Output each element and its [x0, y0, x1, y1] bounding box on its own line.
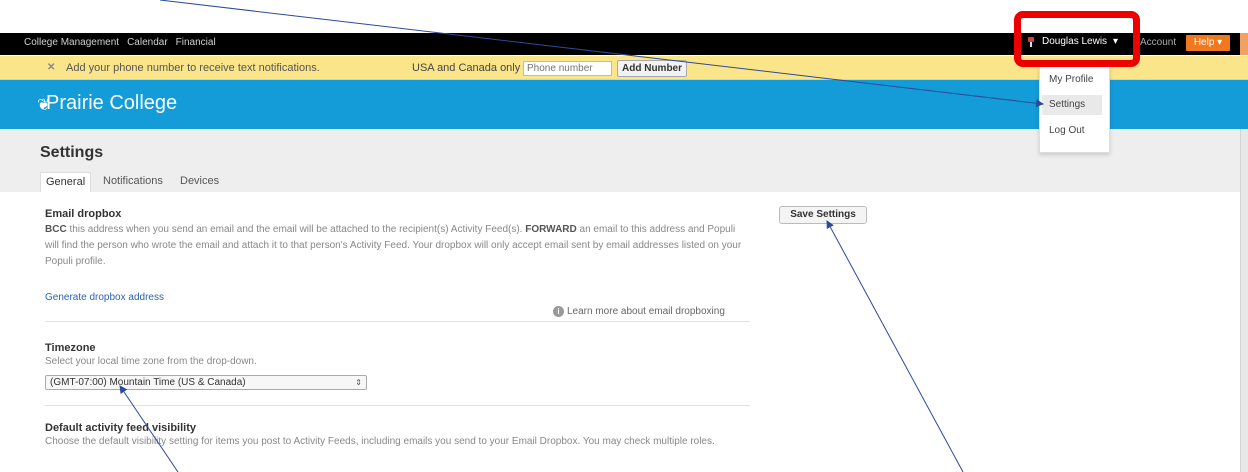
desc-part1: this address when you send an email and …	[66, 224, 526, 235]
select-caret-icon: ⇕	[355, 378, 362, 387]
help-button[interactable]: Help ▾	[1186, 35, 1230, 51]
divider	[45, 321, 750, 322]
timezone-selected-value: (GMT-07:00) Mountain Time (US & Canada)	[50, 377, 246, 388]
annotation-highlight-box	[1014, 11, 1140, 67]
timezone-description: Select your local time zone from the dro…	[45, 356, 257, 367]
right-edge-strip	[1240, 33, 1248, 55]
notification-region-label: USA and Canada only	[412, 62, 521, 74]
top-nav: College Management Calendar Financial	[24, 37, 216, 48]
email-dropbox-description: BCC this address when you send an email …	[45, 222, 745, 270]
divider	[45, 405, 750, 406]
bcc-label: BCC	[45, 224, 67, 235]
nav-financial[interactable]: Financial	[176, 37, 216, 48]
visibility-heading: Default activity feed visibility	[45, 422, 196, 434]
nav-calendar[interactable]: Calendar	[127, 37, 168, 48]
account-link[interactable]: Account	[1140, 37, 1176, 48]
email-dropbox-heading: Email dropbox	[45, 208, 122, 220]
scrollbar[interactable]	[1240, 129, 1248, 472]
timezone-select[interactable]: (GMT-07:00) Mountain Time (US & Canada) …	[45, 375, 367, 390]
info-icon: i	[553, 306, 564, 317]
learn-more-link[interactable]: i Learn more about email dropboxing	[553, 306, 725, 317]
close-icon[interactable]: ✕	[47, 62, 55, 73]
save-settings-button[interactable]: Save Settings	[779, 206, 867, 224]
nav-college-management[interactable]: College Management	[24, 37, 119, 48]
menu-item-settings[interactable]: Settings	[1042, 95, 1102, 115]
learn-more-label: Learn more about email dropboxing	[567, 306, 725, 317]
add-number-button[interactable]: Add Number	[617, 60, 687, 77]
notification-message: Add your phone number to receive text no…	[66, 62, 320, 74]
generate-dropbox-link[interactable]: Generate dropbox address	[45, 292, 164, 303]
menu-item-my-profile[interactable]: My Profile	[1042, 70, 1102, 90]
tab-notifications[interactable]: Notifications	[98, 172, 168, 192]
phone-number-input[interactable]	[523, 61, 612, 76]
visibility-description: Choose the default visibility setting fo…	[45, 436, 715, 447]
forward-label: FORWARD	[525, 224, 577, 235]
tab-general[interactable]: General	[40, 172, 92, 192]
menu-item-log-out[interactable]: Log Out	[1042, 121, 1102, 141]
page-title: Settings	[40, 144, 104, 161]
tab-devices[interactable]: Devices	[175, 172, 224, 192]
timezone-heading: Timezone	[45, 342, 96, 354]
college-name[interactable]: Prairie College	[46, 92, 177, 115]
